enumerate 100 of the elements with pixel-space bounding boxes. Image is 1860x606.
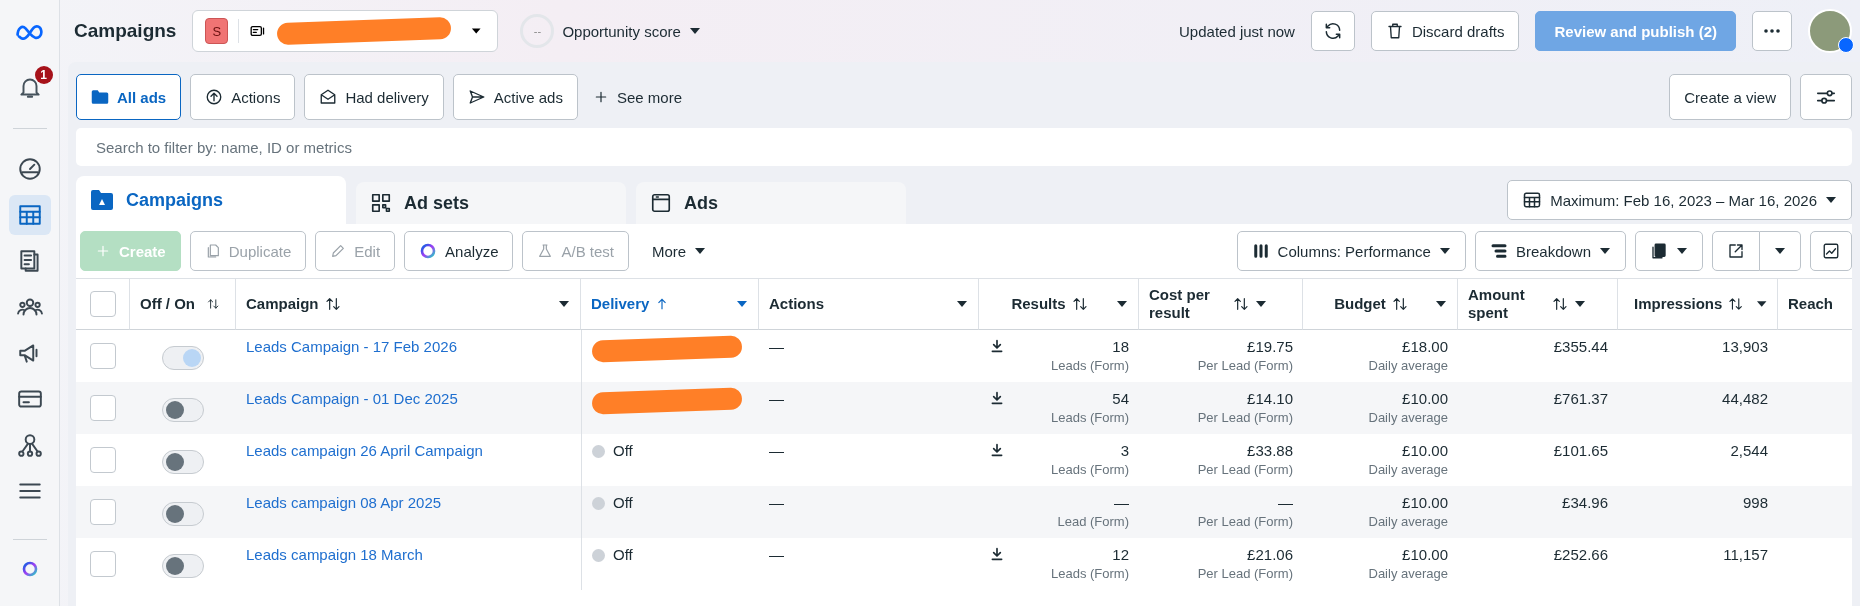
table-cell-text: 44,482 bbox=[1722, 390, 1768, 409]
campaign-link[interactable]: Leads campaign 08 Apr 2025 bbox=[246, 494, 442, 530]
caret-icon bbox=[1774, 247, 1786, 255]
select-all-checkbox[interactable] bbox=[89, 291, 116, 317]
filter-chip[interactable]: Had delivery bbox=[304, 74, 444, 120]
table-cell: £21.06 bbox=[1247, 546, 1293, 563]
export-button[interactable] bbox=[1712, 231, 1760, 271]
columns-button[interactable]: Columns: Performance bbox=[1236, 231, 1466, 271]
table-row[interactable]: Leads Campaign - 01 Dec 2025 — 54 Leads (Form) £14.10 Per Lead (Form) £10.00 Daily average £761.37 44,482 bbox=[76, 382, 1852, 434]
breakdown-button[interactable]: Breakdown bbox=[1474, 231, 1626, 271]
ring-icon bbox=[20, 560, 39, 578]
row-checkbox[interactable] bbox=[90, 447, 116, 473]
column-menu-icon bbox=[1574, 300, 1586, 308]
table-cell-text: 2,544 bbox=[1730, 442, 1768, 461]
caret-icon bbox=[1438, 247, 1451, 255]
tab[interactable]: Campaigns bbox=[76, 176, 346, 224]
ring-icon bbox=[419, 242, 438, 260]
tab[interactable]: Ad sets bbox=[356, 182, 626, 224]
folder-icon bbox=[91, 89, 109, 105]
table-cell: £19.75 bbox=[1247, 338, 1293, 355]
table-cell: 18 bbox=[1112, 338, 1129, 355]
search-field[interactable]: Search to filter by: name, ID or metrics bbox=[76, 128, 1852, 166]
create-view-button[interactable]: Create a view bbox=[1669, 74, 1791, 120]
refresh-button[interactable] bbox=[1310, 11, 1355, 51]
table-icon bbox=[16, 202, 43, 228]
row-checkbox[interactable] bbox=[90, 395, 116, 421]
folder-icon bbox=[90, 189, 114, 211]
table-cell-text: £101.65 bbox=[1553, 442, 1608, 461]
infinity-logo-icon[interactable] bbox=[13, 22, 46, 40]
column-header[interactable]: Campaign bbox=[236, 278, 581, 330]
table-cell: £10.00 bbox=[1402, 390, 1448, 407]
column-header[interactable]: Delivery bbox=[581, 278, 759, 330]
account-selector[interactable]: S bbox=[192, 10, 499, 52]
caret-icon bbox=[1676, 247, 1688, 255]
envelope-icon bbox=[319, 88, 338, 106]
cell-caption: Per Lead (Form) bbox=[1197, 410, 1293, 425]
opportunity-score-button[interactable]: -- Opportunity score bbox=[514, 13, 707, 49]
date-range-button[interactable]: Maximum: Feb 16, 2023 – Mar 16, 2026 bbox=[1507, 180, 1852, 220]
plus-icon bbox=[95, 243, 111, 259]
window-icon bbox=[650, 192, 672, 214]
caret-icon bbox=[1825, 196, 1837, 204]
row-checkbox[interactable] bbox=[90, 551, 116, 577]
tab[interactable]: Ads bbox=[636, 182, 906, 224]
table-cell-text: — bbox=[769, 442, 784, 461]
table-cell-text: 11,157 bbox=[1723, 546, 1768, 565]
table-cell: 3 bbox=[1120, 442, 1129, 459]
table-cell-text: £252.66 bbox=[1553, 546, 1608, 565]
toolbar-button[interactable]: Analyze bbox=[404, 231, 514, 271]
discard-drafts-button[interactable]: Discard drafts bbox=[1370, 11, 1520, 51]
caret-icon bbox=[1599, 247, 1611, 255]
campaign-link[interactable]: Leads Campaign - 01 Dec 2025 bbox=[246, 390, 458, 426]
sort-icon bbox=[206, 296, 219, 312]
toggle-switch[interactable] bbox=[162, 554, 204, 578]
toggle-switch[interactable] bbox=[162, 398, 204, 422]
table-row[interactable]: Leads campaign 08 Apr 2025 Off — — Lead (Form) — Per Lead (Form) £10.00 Daily average £34.96 998 bbox=[76, 486, 1852, 538]
column-header[interactable]: Actions bbox=[759, 278, 979, 330]
see-more-button[interactable]: See more bbox=[586, 87, 688, 107]
toggle-switch[interactable] bbox=[162, 346, 204, 370]
more-menu-button[interactable]: More bbox=[638, 242, 721, 260]
delivery-status: Off bbox=[613, 494, 633, 511]
row-checkbox[interactable] bbox=[90, 499, 116, 525]
filter-chip[interactable]: All ads bbox=[76, 74, 182, 120]
delivery-status: Off bbox=[613, 546, 633, 563]
filter-chip[interactable]: Actions bbox=[190, 74, 296, 120]
more-button[interactable] bbox=[1752, 11, 1792, 51]
page-title: Campaigns bbox=[74, 20, 177, 42]
table-cell-text: £355.44 bbox=[1553, 338, 1608, 357]
cell-caption: Leads (Form) bbox=[1050, 358, 1129, 373]
sidebar-item[interactable] bbox=[8, 195, 51, 235]
campaign-link[interactable]: Leads campaign 26 April Campaign bbox=[246, 442, 483, 478]
export-icon bbox=[1727, 242, 1745, 260]
campaign-link[interactable]: Leads Campaign - 17 Feb 2026 bbox=[246, 338, 457, 374]
flask-icon bbox=[537, 243, 554, 259]
reports-button[interactable] bbox=[1635, 231, 1703, 271]
toggle-switch[interactable] bbox=[162, 450, 204, 474]
sort-icon bbox=[1391, 296, 1408, 312]
sort-icon bbox=[1728, 296, 1744, 312]
chart-button[interactable] bbox=[1810, 231, 1852, 271]
cell-caption: Daily average bbox=[1368, 410, 1448, 425]
campaign-link[interactable]: Leads campaign 18 March bbox=[246, 546, 423, 582]
cell-caption: Daily average bbox=[1368, 358, 1448, 373]
toggle-switch[interactable] bbox=[162, 502, 204, 526]
columns-icon bbox=[1251, 242, 1270, 260]
table-cell-text: £34.96 bbox=[1562, 494, 1608, 513]
hierarchy-icon bbox=[16, 432, 43, 458]
ellipsis-icon bbox=[1764, 29, 1780, 33]
table-cell-text: 13,903 bbox=[1722, 338, 1768, 357]
settings-button[interactable] bbox=[1800, 74, 1852, 120]
table-cell: 12 bbox=[1112, 546, 1129, 563]
table-cell-text: — bbox=[769, 390, 784, 409]
column-menu-icon bbox=[736, 300, 748, 308]
status-dot bbox=[592, 445, 605, 458]
avatar[interactable] bbox=[1808, 9, 1852, 53]
caret-icon bbox=[688, 27, 701, 35]
filter-chip[interactable]: Active ads bbox=[452, 74, 578, 120]
column-menu-icon bbox=[1255, 300, 1267, 308]
row-checkbox[interactable] bbox=[90, 343, 116, 369]
cell-caption: Leads (Form) bbox=[1050, 566, 1129, 581]
gauge-icon bbox=[16, 156, 43, 182]
send-icon bbox=[467, 88, 486, 106]
